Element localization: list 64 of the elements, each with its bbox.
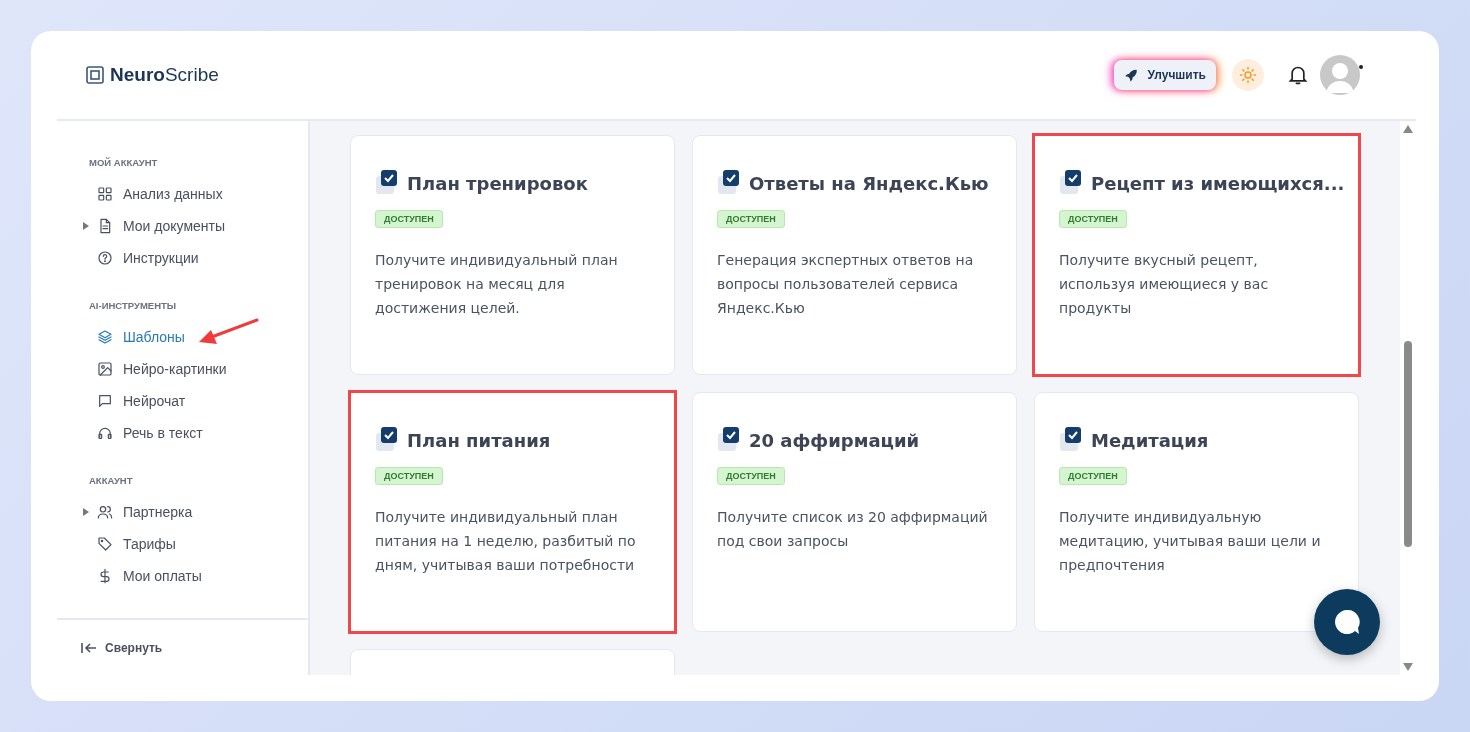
card-title: 20 аффирмаций [749,429,920,451]
section-title: АККАУНТ [88,475,134,486]
card-title: Ответы на Яндекс.Кью [749,172,989,194]
collapse-button[interactable]: Свернуть [57,620,308,675]
status-badge: ДОСТУПЕН [717,467,785,485]
grid-icon [97,186,113,202]
card-description: Получите индивидуальную медитацию, учитывая ваши цели и предпочтения [1059,508,1322,575]
template-card[interactable]: Медитация ДОСТУПЕН Получите индивидуальную медитацию, учитывая ваши цели и предпочтения [1034,392,1359,632]
template-card[interactable]: Ответы на Яндекс.Кью ДОСТУПЕН Генерация экспертных ответов на вопросы пользователей сервиса Яндекс.Кью [692,135,1017,375]
status-badge: ДОСТУПЕН [1059,467,1127,485]
card-title: План питания [407,429,551,451]
status-badge: ДОСТУПЕН [1059,210,1127,228]
template-card[interactable]: План питания ДОСТУПЕН Получите индивидуальный план питания на 1 неделю, разбитый по дням, учитывая ваши потребности [350,392,675,632]
caret-icon[interactable] [83,222,89,230]
template-card[interactable]: Рецепт из имеющихся... ДОСТУПЕН Получите вкусный рецепт, используя имеющиеся у вас продукты [1034,135,1359,375]
card-description: Получите список из 20 аффирмаций под свои запросы [717,508,989,551]
logo-text: NeuroScribe [110,64,219,86]
image-icon [97,361,113,377]
template-card[interactable]: План тренировок ДОСТУПЕН Получите индивидуальный план тренировок на месяц для достижения целей. [350,135,675,375]
card-description: Получите индивидуальный план питания на 1 неделю, разбитый по дням, учитывая ваши потребности [375,508,637,575]
chat-icon [97,393,113,409]
upgrade-button[interactable]: Улучшить [1113,60,1216,90]
nav-item[interactable]: Нейрочат [57,385,308,417]
nav-item[interactable]: Речь в текст [57,417,308,449]
status-badge: ДОСТУПЕН [375,210,443,228]
headphones-icon [97,425,113,441]
status-badge: ДОСТУПЕН [375,467,443,485]
status-badge: ДОСТУПЕН [717,210,785,228]
dollar-icon [97,568,113,584]
nav-item[interactable]: Шаблоны [57,321,308,353]
card-title: Рецепт из имеющихся... [1091,172,1345,194]
document-icon [97,218,113,234]
help-icon [97,250,113,266]
nav-item[interactable]: Мои документы [57,210,308,242]
section-title: AI-ИНСТРУМЕНТЫ [88,300,178,311]
theme-toggle-button[interactable] [1232,59,1264,91]
bell-icon[interactable] [1288,64,1308,86]
users-icon [97,504,113,520]
card-title: План тренировок [407,172,588,194]
tag-icon [97,536,113,552]
layers-icon [97,329,113,345]
rocket-icon [1123,68,1138,82]
card-description: Получите индивидуальный план тренировок на месяц для достижения целей. [375,251,619,318]
chat-button[interactable] [1314,589,1380,655]
nav-item[interactable]: Нейро-картинки [57,353,308,385]
scroll-up-icon[interactable] [1403,125,1413,133]
chat-bubble-icon [1332,607,1362,637]
nav-item[interactable]: Инструкции [57,242,308,274]
caret-icon[interactable] [83,508,89,516]
scrollbar-thumb[interactable] [1404,341,1412,547]
nav-item[interactable]: Мои оплаты [57,560,308,592]
collapse-icon [81,641,97,654]
card-title: Медитация [1091,429,1209,451]
scroll-down-icon[interactable] [1403,663,1413,671]
card-description: Получите вкусный рецепт, используя имеющиеся у вас продукты [1059,251,1270,318]
nav-item[interactable]: Тарифы [57,528,308,560]
section-title: МОЙ АККАУНТ [88,157,159,168]
card-description: Генерация экспертных ответов на вопросы пользователей сервиса Яндекс.Кью [717,251,975,318]
notification-dot [1359,65,1363,69]
sun-icon [1239,66,1257,84]
nav-item[interactable]: Анализ данных [57,178,308,210]
logo-icon [86,66,104,84]
nav-item[interactable]: Партнерка [57,496,308,528]
template-card[interactable]: 20 аффирмаций ДОСТУПЕН Получите список из 20 аффирмаций под свои запросы [692,392,1017,632]
